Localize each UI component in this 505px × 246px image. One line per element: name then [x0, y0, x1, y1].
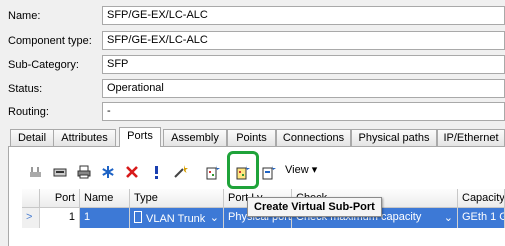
cell-name[interactable]: 1	[80, 208, 130, 228]
create-sub-port-icon[interactable]	[202, 162, 222, 182]
grid-header-type[interactable]: Type	[130, 189, 224, 208]
chevron-down-icon: ⌄	[443, 212, 453, 224]
view-menu-button[interactable]: View ▾	[285, 163, 317, 176]
routing-label: Routing:	[8, 106, 49, 118]
name-row: Name: SFP/GE-EX/LC-ALC	[0, 6, 505, 28]
tab-assembly[interactable]: Assembly	[163, 129, 227, 146]
wand-icon[interactable]	[170, 162, 190, 182]
grid-header-marker	[22, 189, 40, 208]
routing-field[interactable]: -	[102, 102, 505, 121]
tab-physical-paths[interactable]: Physical paths	[351, 129, 437, 146]
highlight-box	[227, 151, 259, 189]
port-properties-icon[interactable]	[50, 162, 70, 182]
cell-type-text: VLAN Trunk	[146, 213, 206, 225]
tooltip: Create Virtual Sub-Port	[247, 197, 382, 217]
exclamation-icon[interactable]	[146, 162, 166, 182]
tab-ip-ethernet[interactable]: IP/Ethernet	[437, 129, 505, 146]
cell-port[interactable]: 1	[40, 208, 80, 228]
name-field[interactable]: SFP/GE-EX/LC-ALC	[102, 6, 505, 25]
routing-row: Routing: -	[0, 102, 505, 124]
sub-category-row: Sub-Category: SFP	[0, 55, 505, 77]
grid-header-port[interactable]: Port	[40, 189, 80, 208]
sub-category-field[interactable]: SFP	[102, 55, 505, 74]
cell-capacity[interactable]: GEth 1 GBit	[458, 208, 505, 228]
print-icon[interactable]	[74, 162, 94, 182]
status-field[interactable]: Operational	[102, 79, 505, 98]
tab-strip: Detail Attributes Ports Assembly Points …	[8, 127, 505, 147]
status-row: Status: Operational	[0, 79, 505, 101]
tab-points[interactable]: Points	[227, 129, 276, 146]
chevron-down-icon: ▾	[311, 164, 318, 176]
row-marker: >	[22, 208, 40, 228]
component-type-label: Component type:	[8, 35, 92, 47]
tab-ports[interactable]: Ports	[119, 127, 161, 147]
tab-attributes[interactable]: Attributes	[53, 129, 116, 146]
tab-connections[interactable]: Connections	[276, 129, 351, 146]
snowflake-icon[interactable]	[98, 162, 118, 182]
delete-icon[interactable]	[122, 162, 142, 182]
grid-header-capacity[interactable]: Capacity	[458, 189, 505, 208]
disconnect-icon[interactable]	[26, 162, 46, 182]
vlan-icon	[134, 211, 142, 223]
component-type-row: Component type: SFP/GE-EX/LC-ALC	[0, 31, 505, 53]
grid-header-name[interactable]: Name	[80, 189, 130, 208]
cell-type[interactable]: VLAN Trunk ⌄	[130, 208, 224, 228]
chevron-down-icon: ⌄	[209, 212, 219, 224]
view-label: View	[285, 164, 309, 176]
sub-category-label: Sub-Category:	[8, 59, 79, 71]
tab-detail[interactable]: Detail	[10, 129, 54, 146]
status-label: Status:	[8, 83, 43, 95]
ports-toolbar	[22, 160, 502, 182]
component-type-field[interactable]: SFP/GE-EX/LC-ALC	[102, 31, 505, 50]
name-label: Name:	[8, 10, 41, 22]
add-port-icon[interactable]	[258, 162, 278, 182]
